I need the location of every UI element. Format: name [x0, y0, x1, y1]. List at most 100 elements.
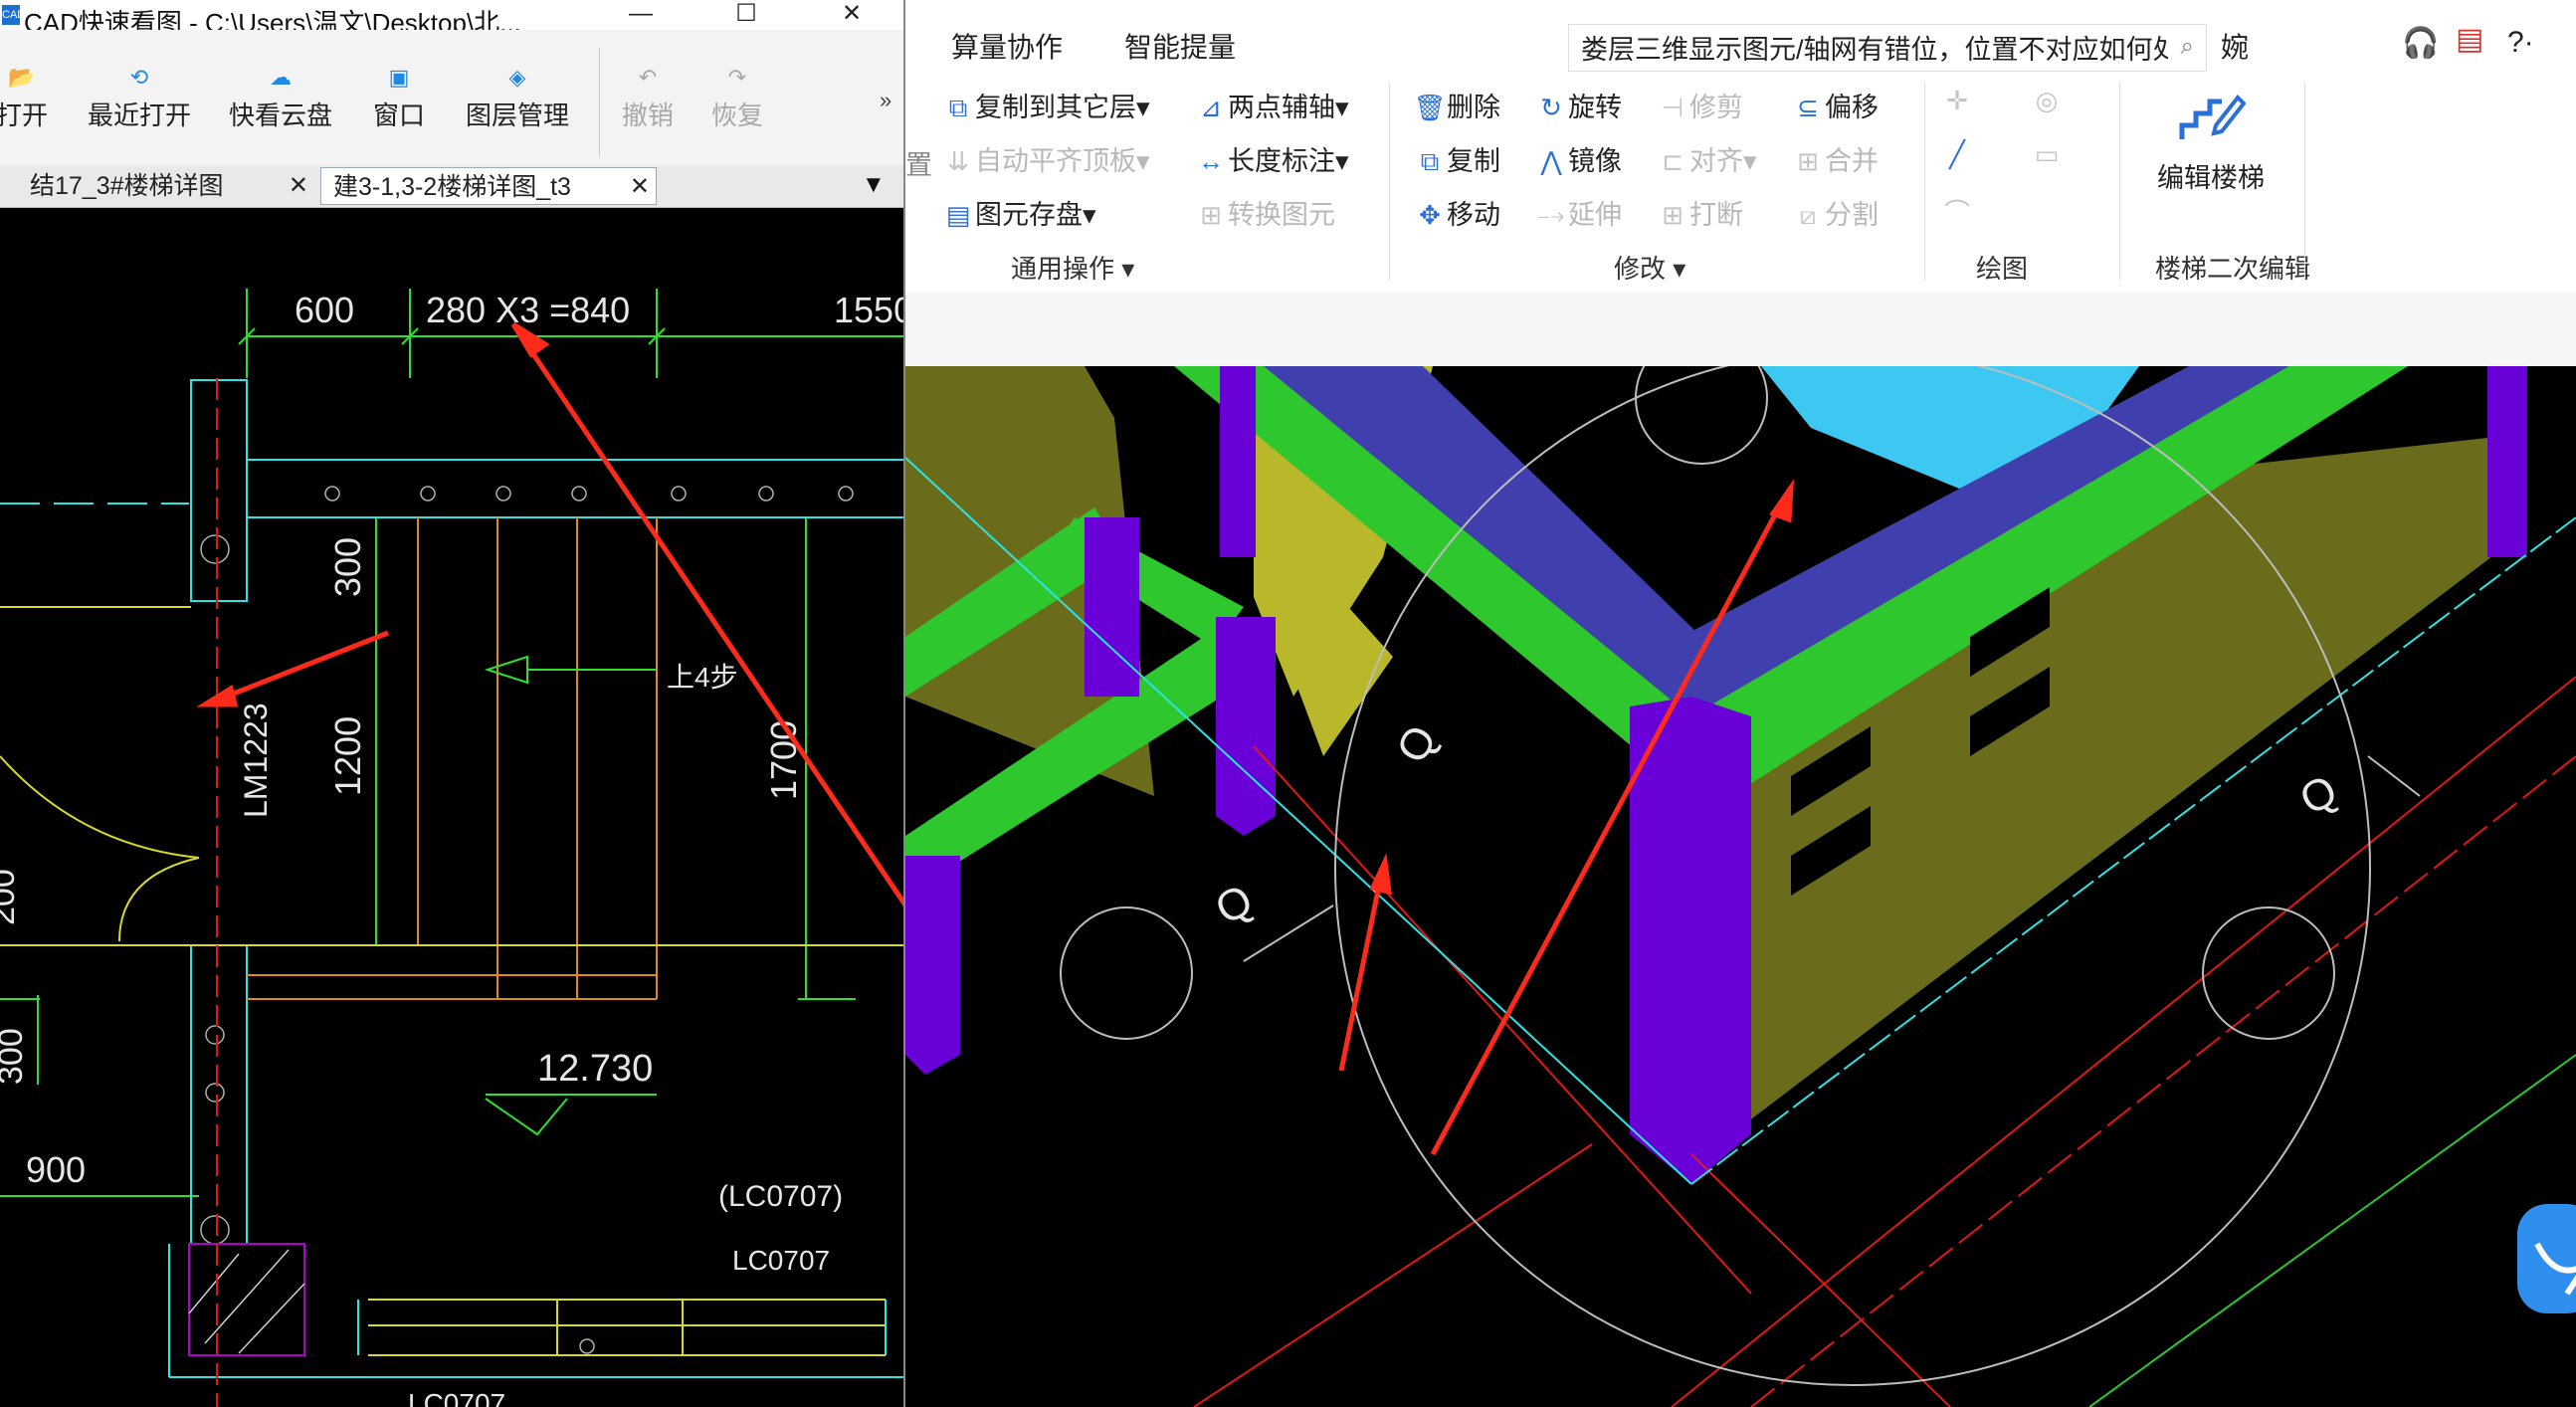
split-button[interactable]: ⧄ 分割 [1791, 193, 1879, 232]
mirror-icon: ⋀ [1540, 146, 1562, 176]
trim-icon: ⊣ [1661, 93, 1684, 122]
window-label: 窗口 [372, 100, 425, 130]
search-input[interactable] [1569, 25, 2168, 69]
window-tag: LC0707 [732, 1245, 830, 1276]
help-search-box[interactable]: ⌕ [1568, 24, 2207, 72]
edit-stair-button[interactable]: 编辑楼梯 [2131, 82, 2290, 195]
close-icon[interactable]: ✕ [289, 167, 308, 205]
auto-align-slab-button[interactable]: ⇊ 自动平齐顶板▾ [941, 139, 1150, 178]
copy-icon: ⧉ [1420, 146, 1440, 176]
delete-label: 删除 [1447, 93, 1500, 122]
two-point-axis-button[interactable]: ⊿ 两点辅轴▾ [1194, 86, 1349, 124]
tab-dropdown-icon[interactable]: ▼ [862, 171, 886, 199]
search-icon[interactable]: ⌕ [2181, 33, 2194, 61]
save-element-label: 图元存盘 [975, 200, 1083, 230]
save-element-icon: ▤ [945, 200, 971, 230]
redo-label: 恢复 [710, 100, 763, 130]
line-draw-icon[interactable]: ╱ [1940, 139, 1974, 170]
window-button[interactable]: ▣ 窗口 [364, 60, 434, 132]
copy-label: 复制 [1447, 146, 1500, 176]
dim-1700: 1700 [763, 720, 804, 800]
drawing-text: 600 280 X3 =840 1550 300 1200 1700 200 3… [0, 290, 903, 1407]
rotate-button[interactable]: ↻ 旋转 [1534, 86, 1622, 124]
cloud-disk-label: 快看云盘 [228, 100, 332, 130]
axis-label: Q [1208, 875, 1261, 933]
offset-button[interactable]: ⊆ 偏移 [1791, 86, 1879, 124]
dim-1550: 1550 [834, 290, 903, 330]
length-dimension-label: 长度标注 [1228, 146, 1335, 176]
redo-button[interactable]: ↷ 恢复 [702, 60, 772, 132]
menu-smart-extract[interactable]: 智能提量 [1124, 26, 1236, 66]
cad-tab-bar: 结17_3#楼梯详图 ✕ 建3-1,3-2楼梯详图_t3 ✕ ▼ [0, 165, 903, 208]
stair-treads [247, 517, 658, 1000]
calendar-icon[interactable]: ▤ [2456, 22, 2483, 57]
move-button[interactable]: ✥ 移动 [1413, 193, 1500, 232]
cloud-icon: ☁ [270, 65, 292, 90]
close-icon[interactable]: ✕ [630, 168, 650, 204]
rotate-label: 旋转 [1568, 93, 1622, 122]
trim-button[interactable]: ⊣ 修剪 [1656, 86, 1743, 124]
align-label: 对齐 [1689, 146, 1743, 176]
maximize-button[interactable]: ☐ [716, 0, 776, 30]
minimize-button[interactable]: — [611, 0, 671, 30]
axis-label: Q [1387, 717, 1447, 771]
align-button[interactable]: ⊏ 对齐▾ [1656, 139, 1756, 178]
cloud-disk-button[interactable]: ☁ 快看云盘 [221, 60, 340, 132]
chevron-down-icon: ▾ [1136, 93, 1150, 122]
history-icon: ⟲ [129, 65, 149, 90]
tab-architecture-stair[interactable]: 建3-1,3-2楼梯详图_t3 ✕ [320, 167, 657, 205]
quantity-app-window: 算量协作 智能提量 ⌕ 婉 🎧 ▤ ?· 置 ⧉复制到其它层▾ ⊿两点辅轴▾ ⇊… [905, 0, 2576, 1407]
help-icon[interactable]: ?· [2507, 26, 2534, 60]
merge-button[interactable]: ⊞ 合并 [1791, 139, 1879, 178]
group-draw: 绘图 [1976, 254, 2029, 284]
point-draw-icon[interactable]: ✛ [1940, 86, 1974, 116]
arc-draw-icon[interactable]: ◎ [2030, 86, 2064, 116]
stair-icon [2179, 94, 2247, 139]
tab-structure-stair[interactable]: 结17_3#楼梯详图 ✕ [0, 167, 314, 205]
rect-draw-icon[interactable]: ▭ [2030, 139, 2064, 170]
wall-hatch-circles [200, 486, 854, 1354]
copy-button[interactable]: ⧉ 复制 [1413, 139, 1500, 178]
mirror-button[interactable]: ⋀ 镜像 [1534, 139, 1622, 178]
window-tag-bottom: LC0707 [408, 1388, 505, 1407]
cad-viewer-window: CAD CAD快速看图 - C:\Users\温文\Desktop\北... —… [0, 0, 905, 1407]
move-label: 移动 [1447, 200, 1500, 230]
toolbar-more-button[interactable]: » [880, 88, 892, 113]
user-name[interactable]: 婉 [2221, 26, 2249, 66]
merge-icon: ⊞ [1797, 146, 1819, 176]
curve-draw-icon[interactable]: ⌒ [1940, 193, 1974, 230]
door-label: LM1223 [238, 703, 274, 818]
break-icon: ⊞ [1662, 200, 1684, 230]
group-common-operations[interactable]: 通用操作 ▾ [1011, 249, 1134, 286]
toolbar-divider [599, 48, 600, 157]
copy-to-other-layer-button[interactable]: ⧉ 复制到其它层▾ [941, 86, 1150, 124]
split-icon: ⧄ [1799, 200, 1817, 230]
dim-300-top: 300 [327, 537, 368, 597]
recent-open-button[interactable]: ⟲ 最近打开 [80, 60, 199, 132]
align-icon: ⊏ [1662, 146, 1684, 176]
3d-model-viewport[interactable]: Q Q Q [905, 366, 2576, 1407]
cad-titlebar: CAD CAD快速看图 - C:\Users\温文\Desktop\北... —… [0, 0, 903, 38]
cad-drawing-canvas[interactable]: 600 280 X3 =840 1550 300 1200 1700 200 3… [0, 207, 903, 1407]
save-element-button[interactable]: ▤ 图元存盘▾ [941, 193, 1096, 232]
group-modify[interactable]: 修改 ▾ [1614, 249, 1685, 286]
close-button[interactable]: ✕ [822, 0, 882, 30]
chevron-down-icon: ▾ [1335, 93, 1349, 122]
length-dimension-button[interactable]: ↔ 长度标注▾ [1194, 139, 1349, 178]
assistant-bubble-icon[interactable] [2517, 1204, 2576, 1313]
headset-icon[interactable]: 🎧 [2402, 26, 2439, 61]
chevron-down-icon: ▾ [1136, 146, 1150, 176]
break-button[interactable]: ⊞ 打断 [1656, 193, 1743, 232]
undo-button[interactable]: ↶ 撤销 [613, 60, 683, 132]
mirror-label: 镜像 [1568, 146, 1622, 176]
top-menu-bar: 算量协作 智能提量 ⌕ 婉 🎧 ▤ ?· [905, 0, 2576, 72]
menu-collaboration[interactable]: 算量协作 [951, 26, 1063, 66]
convert-element-button[interactable]: ⊞ 转换图元 [1194, 193, 1335, 232]
ribbon-lower-strip [905, 293, 2576, 367]
delete-button[interactable]: 🗑删除 [1413, 86, 1500, 124]
open-button[interactable]: 📂 打开 [0, 60, 52, 132]
extend-button[interactable]: ⤍ 延伸 [1534, 193, 1622, 232]
auto-align-icon: ⇊ [947, 146, 969, 176]
offset-label: 偏移 [1825, 93, 1879, 122]
layer-manager-button[interactable]: ◈ 图层管理 [456, 60, 579, 132]
